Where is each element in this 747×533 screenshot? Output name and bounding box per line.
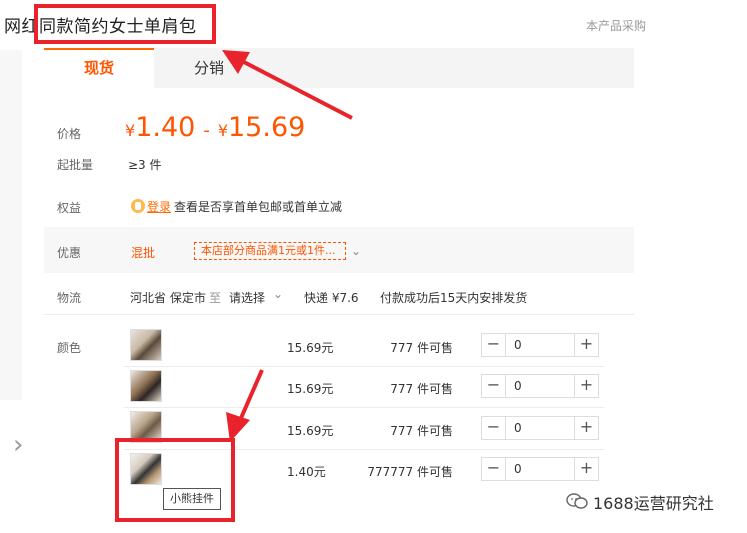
decrease-button[interactable]: −: [482, 417, 506, 439]
price-range: ¥1.40- ¥15.69: [125, 112, 305, 143]
login-icon: [131, 199, 145, 213]
promotion-type: 混批: [131, 246, 156, 260]
promotion-tag[interactable]: 本店部分商品满1元或1件...: [194, 242, 346, 260]
left-gallery-band: [0, 50, 22, 400]
quantity-stepper: − 0 +: [481, 333, 599, 357]
divider: [124, 366, 604, 367]
variant-thumbnail[interactable]: [130, 329, 162, 361]
quantity-input[interactable]: 0: [514, 458, 522, 480]
variant-highlight-box: [115, 438, 235, 522]
variant-stock: 777 件可售: [390, 424, 453, 438]
variant-stock: 777 件可售: [390, 382, 453, 396]
variant-price: 15.69元: [287, 341, 334, 355]
promotion-label: 优惠: [57, 246, 82, 260]
price-label: 价格: [57, 127, 82, 141]
decrease-button[interactable]: −: [482, 458, 506, 480]
variant-price: 1.40元: [287, 465, 326, 479]
quantity-stepper: − 0 +: [481, 374, 599, 398]
variant-price: 15.69元: [287, 424, 334, 438]
tab-spot[interactable]: 现货: [44, 48, 154, 88]
chevron-down-icon[interactable]: ⌄: [351, 244, 361, 258]
login-link[interactable]: 登录: [147, 198, 171, 215]
price-separator: -: [203, 120, 210, 141]
tab-bar: 现货 分销: [44, 48, 634, 88]
variant-stock: 777 件可售: [390, 341, 453, 355]
variant-stock: 777777 件可售: [367, 465, 453, 479]
quantity-input[interactable]: 0: [514, 375, 522, 397]
decrease-button[interactable]: −: [482, 375, 506, 397]
divider: [44, 314, 634, 315]
variant-pointer-arrow: [226, 369, 264, 442]
increase-button[interactable]: +: [574, 458, 598, 480]
benefits-text: 查看是否享首单包邮或首单立减: [174, 200, 343, 214]
logistics-to: 至: [209, 291, 222, 305]
moq-label: 起批量: [57, 158, 94, 172]
quantity-input[interactable]: 0: [514, 417, 522, 439]
quantity-stepper: − 0 +: [481, 416, 599, 440]
tab-distribution[interactable]: 分销: [154, 48, 264, 88]
increase-button[interactable]: +: [574, 417, 598, 439]
moq-value: ≥3 件: [128, 158, 162, 172]
title-highlight-box: [34, 4, 216, 44]
increase-button[interactable]: +: [574, 375, 598, 397]
watermark-text: 1688运营研究社: [593, 494, 714, 513]
currency-symbol: ¥: [125, 121, 136, 140]
price-min: 1.40: [135, 112, 196, 143]
variant-thumbnail[interactable]: [130, 370, 162, 402]
logistics-origin: 河北省 保定市: [130, 291, 206, 305]
currency-symbol: ¥: [217, 121, 228, 140]
color-label: 颜色: [57, 341, 82, 355]
quantity-stepper: − 0 +: [481, 457, 599, 481]
destination-select[interactable]: 请选择: [229, 289, 265, 306]
increase-button[interactable]: +: [574, 334, 598, 356]
variant-price: 15.69元: [287, 382, 334, 396]
express-fee: 快递 ¥7.6: [304, 291, 359, 305]
divider: [124, 407, 604, 408]
logistics-label: 物流: [57, 291, 82, 305]
shipping-note: 付款成功后15天内安排发货: [380, 291, 528, 305]
top-right-text: 本产品采购: [586, 19, 647, 33]
quantity-input[interactable]: 0: [514, 334, 522, 356]
price-max: 15.69: [228, 112, 306, 143]
chevron-down-icon[interactable]: ⌄: [273, 287, 283, 301]
benefits-label: 权益: [57, 201, 82, 215]
wechat-icon: [566, 493, 588, 509]
decrease-button[interactable]: −: [482, 334, 506, 356]
chevron-left-icon[interactable]: ›: [13, 432, 23, 458]
